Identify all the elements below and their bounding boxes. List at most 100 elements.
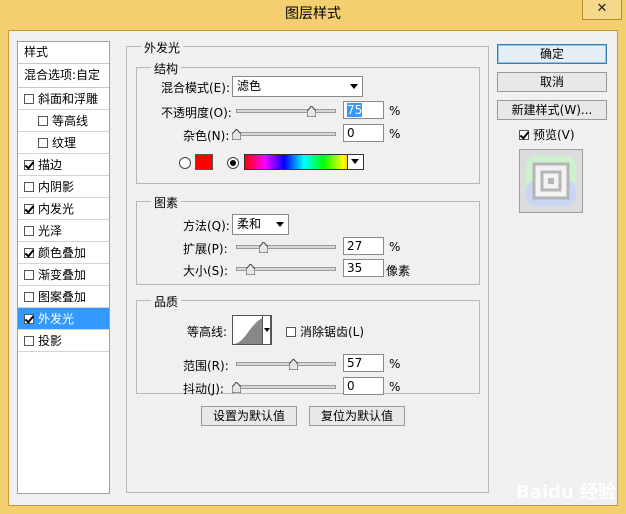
spread-slider[interactable]	[236, 241, 336, 255]
jitter-slider[interactable]	[232, 381, 336, 395]
style-list-item[interactable]: 渐变叠加	[18, 264, 109, 286]
ok-button[interactable]: 确定	[497, 44, 607, 64]
slider-thumb-icon[interactable]	[246, 264, 255, 275]
cancel-button[interactable]: 取消	[497, 72, 607, 92]
preview-check[interactable]	[519, 129, 529, 140]
style-list-item-label: 描边	[38, 157, 63, 172]
jitter-value: 0	[347, 379, 355, 393]
style-list-item[interactable]: 斜面和浮雕	[18, 88, 109, 110]
method-label: 方法(Q):	[183, 219, 230, 233]
style-list-item[interactable]: 投影	[18, 330, 109, 352]
style-list-item[interactable]: 描边	[18, 154, 109, 176]
opacity-input[interactable]: 75	[343, 101, 384, 119]
opacity-value: 75	[347, 103, 363, 117]
style-checkbox[interactable]	[24, 247, 34, 258]
style-list-item-label: 内阴影	[38, 179, 75, 194]
style-checkbox[interactable]	[24, 291, 34, 302]
style-list-item[interactable]: 光泽	[18, 220, 109, 242]
slider-track	[236, 245, 336, 249]
preview-thumbnail-icon	[520, 150, 582, 212]
slider-track	[236, 132, 336, 136]
preview-label: 预览(V)	[533, 128, 575, 142]
method-select[interactable]: 柔和	[232, 214, 289, 235]
blend-options-item[interactable]: 混合选项:自定	[18, 64, 109, 88]
close-button[interactable]: ✕	[582, 0, 622, 20]
size-value: 35	[347, 261, 363, 275]
jitter-input[interactable]: 0	[343, 377, 384, 395]
preview-checkbox[interactable]: 预览(V)	[519, 126, 575, 143]
glow-color-swatch[interactable]	[195, 154, 213, 170]
style-list-header[interactable]: 样式	[18, 42, 109, 64]
range-input[interactable]: 57	[343, 354, 384, 372]
panel-title: 外发光	[141, 39, 184, 56]
style-checkbox[interactable]	[24, 159, 34, 170]
structure-group: 结构 混合模式(E): 滤色 不透明度(O): 75 % 杂色(N): 0 %	[136, 60, 480, 184]
style-checkbox[interactable]	[24, 93, 34, 104]
blend-mode-label: 混合模式(E):	[161, 81, 230, 95]
range-value: 57	[347, 356, 363, 370]
noise-slider[interactable]	[232, 128, 336, 142]
style-list-item[interactable]: 图案叠加	[18, 286, 109, 308]
style-list: 样式 混合选项:自定 斜面和浮雕等高线纹理描边内阴影内发光光泽颜色叠加渐变叠加图…	[17, 41, 110, 494]
style-checkbox[interactable]	[24, 203, 34, 214]
spread-input[interactable]: 27	[343, 237, 384, 255]
antialias-checkbox[interactable]: 消除锯齿(L)	[286, 323, 364, 340]
style-checkbox[interactable]	[38, 137, 48, 148]
contour-label: 等高线:	[187, 325, 228, 339]
style-list-item[interactable]: 纹理	[18, 132, 109, 154]
style-list-item[interactable]: 颜色叠加	[18, 242, 109, 264]
style-items: 斜面和浮雕等高线纹理描边内阴影内发光光泽颜色叠加渐变叠加 图案叠加 外发光投影	[18, 88, 109, 352]
slider-thumb-icon[interactable]	[232, 382, 241, 393]
slider-thumb-icon[interactable]	[289, 359, 298, 370]
slider-track	[236, 362, 336, 366]
method-value: 柔和	[237, 217, 262, 231]
style-list-item-label: 投影	[38, 333, 63, 348]
style-preview-thumbnail	[519, 149, 583, 213]
style-list-item-label: 内发光	[38, 201, 75, 216]
range-slider[interactable]	[236, 358, 336, 372]
style-list-item[interactable]: 内发光	[18, 198, 109, 220]
blend-mode-select[interactable]: 滤色	[232, 76, 363, 97]
style-checkbox[interactable]	[38, 115, 48, 126]
spread-value: 27	[347, 239, 363, 253]
jitter-label: 抖动(J):	[183, 382, 224, 396]
style-checkbox[interactable]	[24, 313, 34, 324]
title-bar: 图层样式 ✕	[0, 0, 626, 30]
slider-thumb-icon[interactable]	[232, 129, 241, 140]
quality-title: 品质	[151, 293, 182, 310]
style-checkbox[interactable]	[24, 225, 34, 236]
noise-unit: %	[389, 127, 401, 141]
style-list-item-label: 等高线	[52, 113, 89, 128]
jitter-unit: %	[389, 380, 401, 394]
size-input[interactable]: 35	[343, 259, 384, 277]
antialias-check[interactable]	[286, 326, 296, 337]
noise-input[interactable]: 0	[343, 124, 384, 142]
gradient-swatch[interactable]	[244, 154, 364, 170]
reset-default-button[interactable]: 复位为默认值	[309, 406, 405, 426]
size-slider[interactable]	[236, 263, 336, 277]
chevron-down-icon	[350, 84, 358, 89]
solid-color-radio[interactable]	[179, 157, 191, 169]
elements-title: 图素	[151, 194, 182, 211]
contour-dropdown-icon[interactable]	[262, 315, 271, 345]
opacity-slider[interactable]	[236, 105, 336, 119]
slider-track	[236, 109, 336, 113]
style-list-item[interactable]: 等高线	[18, 110, 109, 132]
style-checkbox[interactable]	[24, 181, 34, 192]
style-list-item[interactable]: 外发光	[18, 308, 109, 330]
antialias-label: 消除锯齿(L)	[300, 325, 365, 339]
slider-thumb-icon[interactable]	[259, 242, 268, 253]
range-unit: %	[389, 357, 401, 371]
gradient-dropdown-icon[interactable]	[347, 154, 364, 170]
elements-group: 图素 方法(Q): 柔和 扩展(P): 27 % 大小(S): 35 像素	[136, 194, 480, 285]
gradient-radio[interactable]	[227, 157, 239, 169]
make-default-button[interactable]: 设置为默认值	[201, 406, 297, 426]
noise-label: 杂色(N):	[183, 129, 230, 143]
style-checkbox[interactable]	[24, 335, 34, 346]
style-checkbox[interactable]	[24, 269, 34, 280]
style-list-item-label: 颜色叠加	[38, 245, 87, 260]
style-list-item-label: 光泽	[38, 223, 63, 238]
slider-thumb-icon[interactable]	[307, 106, 316, 117]
style-list-item[interactable]: 内阴影	[18, 176, 109, 198]
new-style-button[interactable]: 新建样式(W)...	[497, 100, 607, 120]
